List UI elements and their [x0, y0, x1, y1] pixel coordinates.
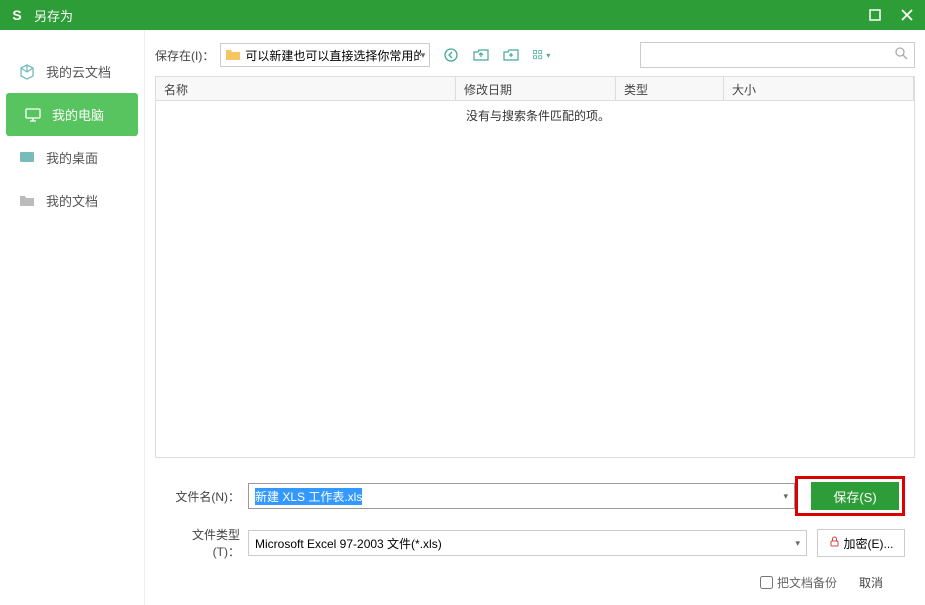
column-type[interactable]: 类型 [616, 77, 724, 100]
toolbar: 保存在(I)： 可以新建也可以直接选择你常用的 ▾ [155, 42, 915, 68]
save-in-label: 保存在(I)： [155, 47, 214, 64]
back-button[interactable] [442, 46, 460, 64]
up-folder-button[interactable] [472, 46, 490, 64]
backup-checkbox-input[interactable] [760, 576, 773, 589]
cancel-button[interactable]: 取消 [847, 570, 895, 595]
sidebar-item-documents[interactable]: 我的文档 [0, 179, 144, 222]
titlebar: S 另存为 [0, 0, 925, 30]
location-dropdown[interactable]: 可以新建也可以直接选择你常用的 ▾ [220, 43, 430, 67]
sidebar-item-label: 我的文档 [46, 191, 98, 210]
new-folder-button[interactable] [502, 46, 520, 64]
backup-checkbox[interactable]: 把文档备份 [760, 574, 837, 591]
filetype-label: 文件类型(T)： [165, 526, 240, 560]
filename-input[interactable]: 新建 XLS 工作表.xls ▾ [248, 483, 795, 509]
app-logo-icon: S [8, 6, 26, 24]
close-button[interactable] [897, 5, 917, 25]
column-size[interactable]: 大小 [724, 77, 914, 100]
save-button-highlight: 保存(S) [795, 476, 905, 516]
encrypt-button[interactable]: 加密(E)... [817, 529, 905, 557]
save-button[interactable]: 保存(S) [811, 482, 899, 510]
folder-icon [225, 48, 241, 62]
maximize-button[interactable] [865, 5, 885, 25]
sidebar-item-label: 我的桌面 [46, 148, 98, 167]
empty-message: 没有与搜索条件匹配的项。 [156, 101, 914, 124]
window-title: 另存为 [34, 6, 865, 25]
chevron-down-icon: ▾ [421, 50, 426, 61]
bottom-form: 文件名(N)： 新建 XLS 工作表.xls ▾ 保存(S) 文件类型(T)： … [155, 458, 915, 605]
list-header: 名称 修改日期 类型 大小 [156, 77, 914, 101]
search-input[interactable] [647, 48, 894, 62]
chevron-down-icon[interactable]: ▾ [783, 491, 788, 502]
sidebar-item-cloud[interactable]: 我的云文档 [0, 50, 144, 93]
lock-icon [829, 536, 840, 550]
sidebar: 我的云文档 我的电脑 我的桌面 我的文档 [0, 30, 145, 605]
folder-icon [18, 192, 36, 210]
desktop-icon [18, 149, 36, 167]
search-icon [894, 46, 908, 65]
monitor-icon [24, 106, 42, 124]
filename-label: 文件名(N)： [165, 488, 240, 505]
view-mode-button[interactable]: ▾ [532, 46, 550, 64]
filetype-select[interactable]: Microsoft Excel 97-2003 文件(*.xls) ▾ [248, 530, 807, 556]
chevron-down-icon: ▾ [795, 538, 800, 549]
sidebar-item-label: 我的云文档 [46, 62, 111, 81]
column-date[interactable]: 修改日期 [456, 77, 616, 100]
cube-icon [18, 63, 36, 81]
sidebar-item-computer[interactable]: 我的电脑 [6, 93, 138, 136]
current-folder-name: 可以新建也可以直接选择你常用的 [245, 47, 420, 64]
column-name[interactable]: 名称 [156, 77, 456, 100]
file-list: 名称 修改日期 类型 大小 没有与搜索条件匹配的项。 [155, 76, 915, 458]
sidebar-item-label: 我的电脑 [52, 105, 104, 124]
sidebar-item-desktop[interactable]: 我的桌面 [0, 136, 144, 179]
search-box[interactable] [640, 42, 915, 68]
